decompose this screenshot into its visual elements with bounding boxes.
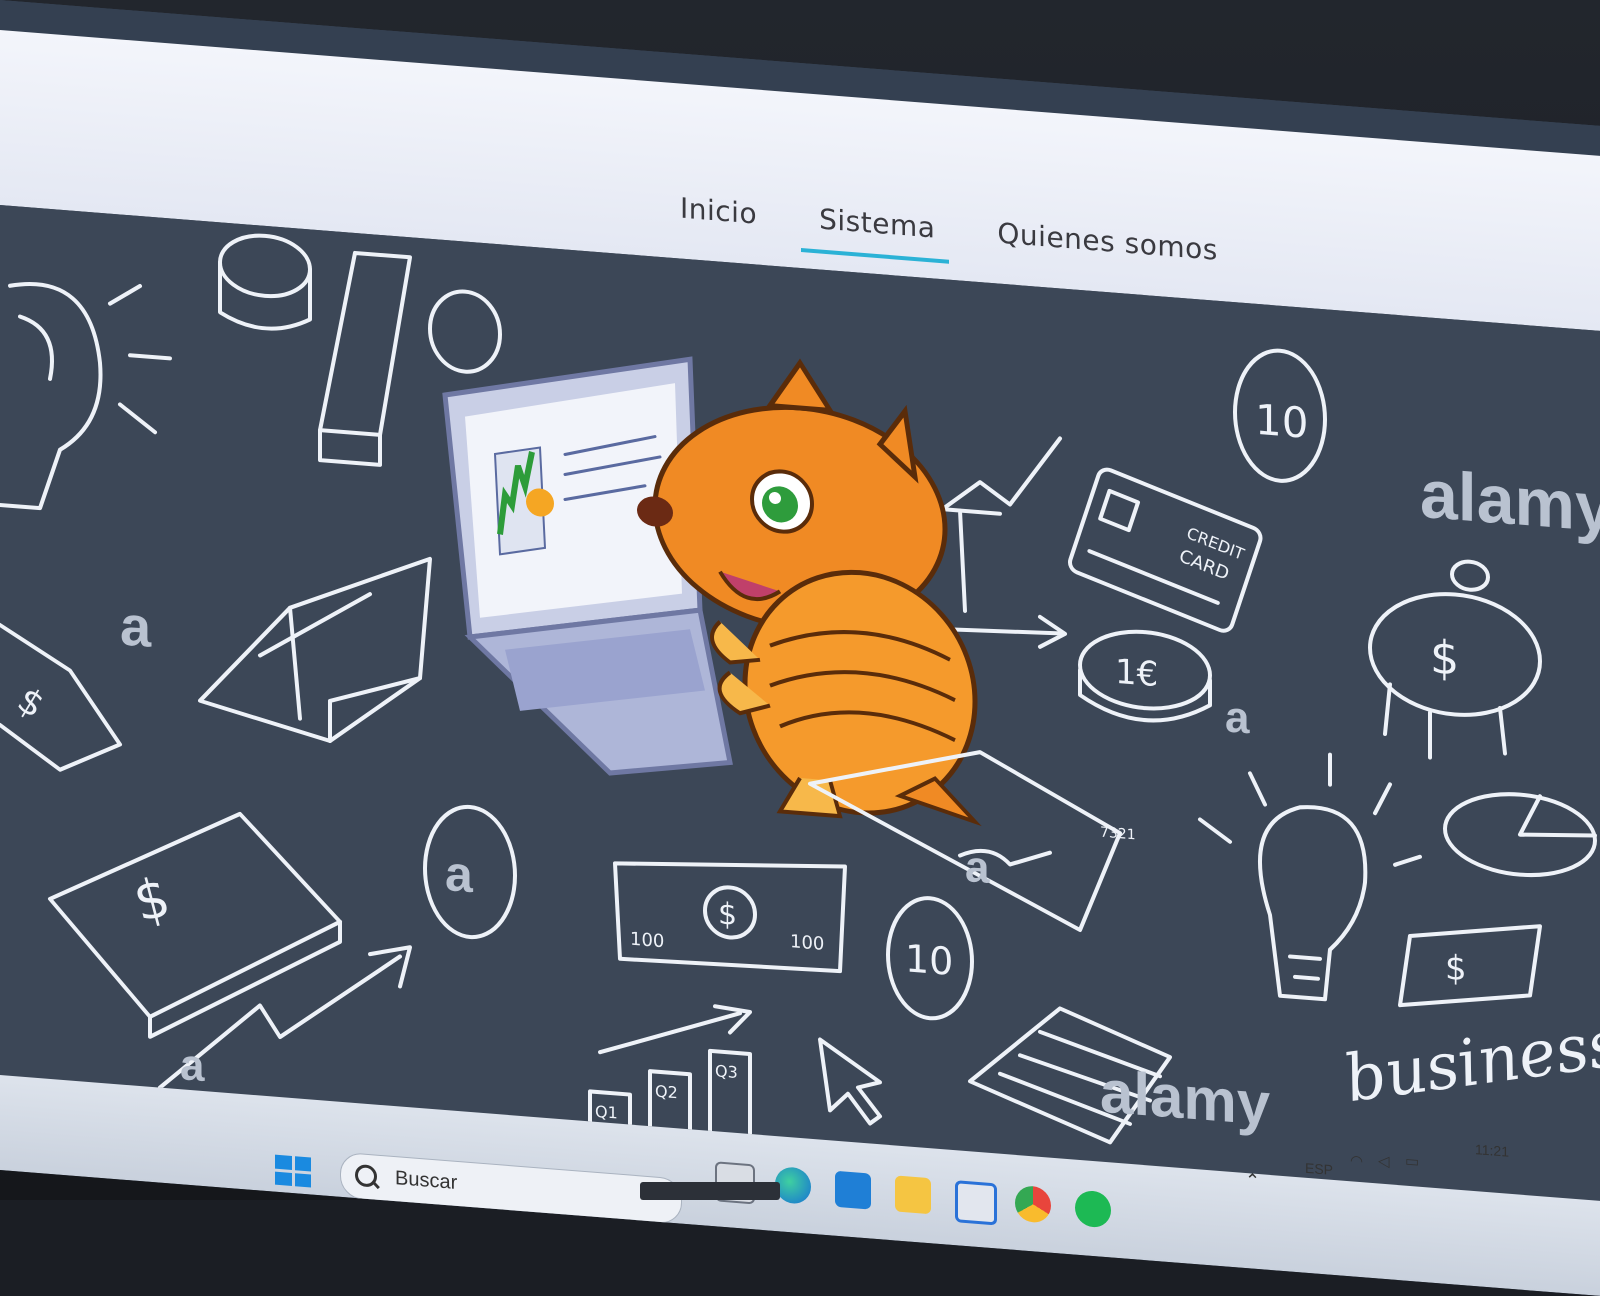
- svg-text:$: $: [718, 897, 737, 933]
- coin-value-2: 1€: [1115, 652, 1158, 695]
- language-indicator[interactable]: ESP: [1305, 1160, 1333, 1178]
- volume-icon[interactable]: ◁: [1378, 1151, 1396, 1170]
- search-icon: [355, 1163, 377, 1188]
- coin-stack-doodle: [218, 233, 312, 331]
- banknote-value-1: 100: [630, 929, 664, 953]
- pillar-doodle: [318, 250, 412, 467]
- chrome-icon[interactable]: [1015, 1184, 1051, 1224]
- watermark-letter: a: [120, 594, 152, 659]
- banknote-100-doodle: $ 100 100: [613, 861, 847, 974]
- nav-link-inicio[interactable]: Inicio: [680, 192, 757, 231]
- watermark-letter-4: a: [965, 842, 990, 893]
- watermark-letter-3: a: [445, 845, 474, 903]
- hero-banner: $ a 7321 CREDIT CARD 10 1€ $ alamy a $ $…: [0, 205, 1600, 1201]
- vscode-icon[interactable]: [835, 1170, 871, 1210]
- pie-chart-doodle: [1443, 792, 1597, 878]
- piggy-bank-doodle: $: [1368, 559, 1542, 760]
- search-placeholder: Buscar: [395, 1167, 458, 1194]
- hero-illustration: $ a 7321 CREDIT CARD 10 1€ $ alamy a $ $…: [0, 233, 1600, 1145]
- svg-text:$: $: [11, 679, 52, 727]
- euro-coin-doodle: 1€: [1078, 629, 1212, 723]
- coin-value-3: 10: [905, 936, 953, 984]
- nav-links: Inicio Sistema Quienes somos: [680, 192, 1218, 267]
- watermark-letter-5: a: [180, 1040, 205, 1091]
- wifi-icon[interactable]: ◠: [1350, 1151, 1368, 1170]
- small-banknote-doodle: $: [1398, 924, 1542, 1008]
- chart-label-q1: Q1: [595, 1102, 618, 1123]
- file-explorer-icon[interactable]: [895, 1175, 931, 1215]
- taskbar-search-box[interactable]: Buscar: [340, 1151, 682, 1225]
- lightbulb-doodle: [0, 282, 172, 511]
- coin-value-1: 10: [1255, 395, 1308, 448]
- screen: Inicio Sistema Quienes somos $ a 7321 CR…: [0, 0, 1600, 1296]
- nav-link-sistema[interactable]: Sistema: [819, 202, 935, 244]
- store-icon[interactable]: [955, 1180, 997, 1226]
- business-script-text: business: [1338, 1007, 1600, 1117]
- cursor-doodle: [818, 1037, 882, 1126]
- banknote-value-2: 100: [790, 931, 824, 955]
- money-roll-doodle: $: [0, 622, 122, 772]
- chart-label-q2: Q2: [655, 1082, 678, 1103]
- watermark-alamy-1: alamy: [1420, 456, 1600, 547]
- svg-text:$: $: [1445, 948, 1467, 990]
- check-number: 7321: [1100, 825, 1136, 844]
- svg-text:$: $: [127, 865, 176, 933]
- lightbulb-right-doodle: [1198, 752, 1422, 1002]
- nav-link-quienes-somos[interactable]: Quienes somos: [997, 216, 1217, 266]
- watermark-alamy-2: alamy: [1100, 1058, 1271, 1138]
- coin-10-doodle: 10: [1233, 348, 1327, 483]
- chevron-up-icon[interactable]: ⌃: [1245, 1170, 1260, 1192]
- svg-text:$: $: [1430, 630, 1459, 686]
- coin-10-bottom-doodle: 10: [886, 896, 974, 1021]
- spotify-icon[interactable]: [1075, 1189, 1111, 1229]
- windows-start-icon[interactable]: [275, 1154, 311, 1188]
- monitor: Inicio Sistema Quienes somos $ a 7321 CR…: [0, 0, 1600, 1296]
- credit-card-doodle: CREDIT CARD: [1068, 467, 1263, 633]
- chart-label-q3: Q3: [715, 1061, 738, 1082]
- monitor-brand-logo: [640, 1182, 780, 1200]
- coin-a-doodle: a: [423, 804, 517, 940]
- battery-icon[interactable]: ▭: [1405, 1152, 1423, 1171]
- coin-doodle: [428, 289, 502, 374]
- cash-stack-doodle: $: [48, 811, 342, 1039]
- edge-icon[interactable]: [775, 1165, 811, 1205]
- gold-bars-doodle: [198, 556, 432, 743]
- clock-time[interactable]: 11:21: [1475, 1141, 1509, 1160]
- watermark-letter-2: a: [1225, 692, 1250, 743]
